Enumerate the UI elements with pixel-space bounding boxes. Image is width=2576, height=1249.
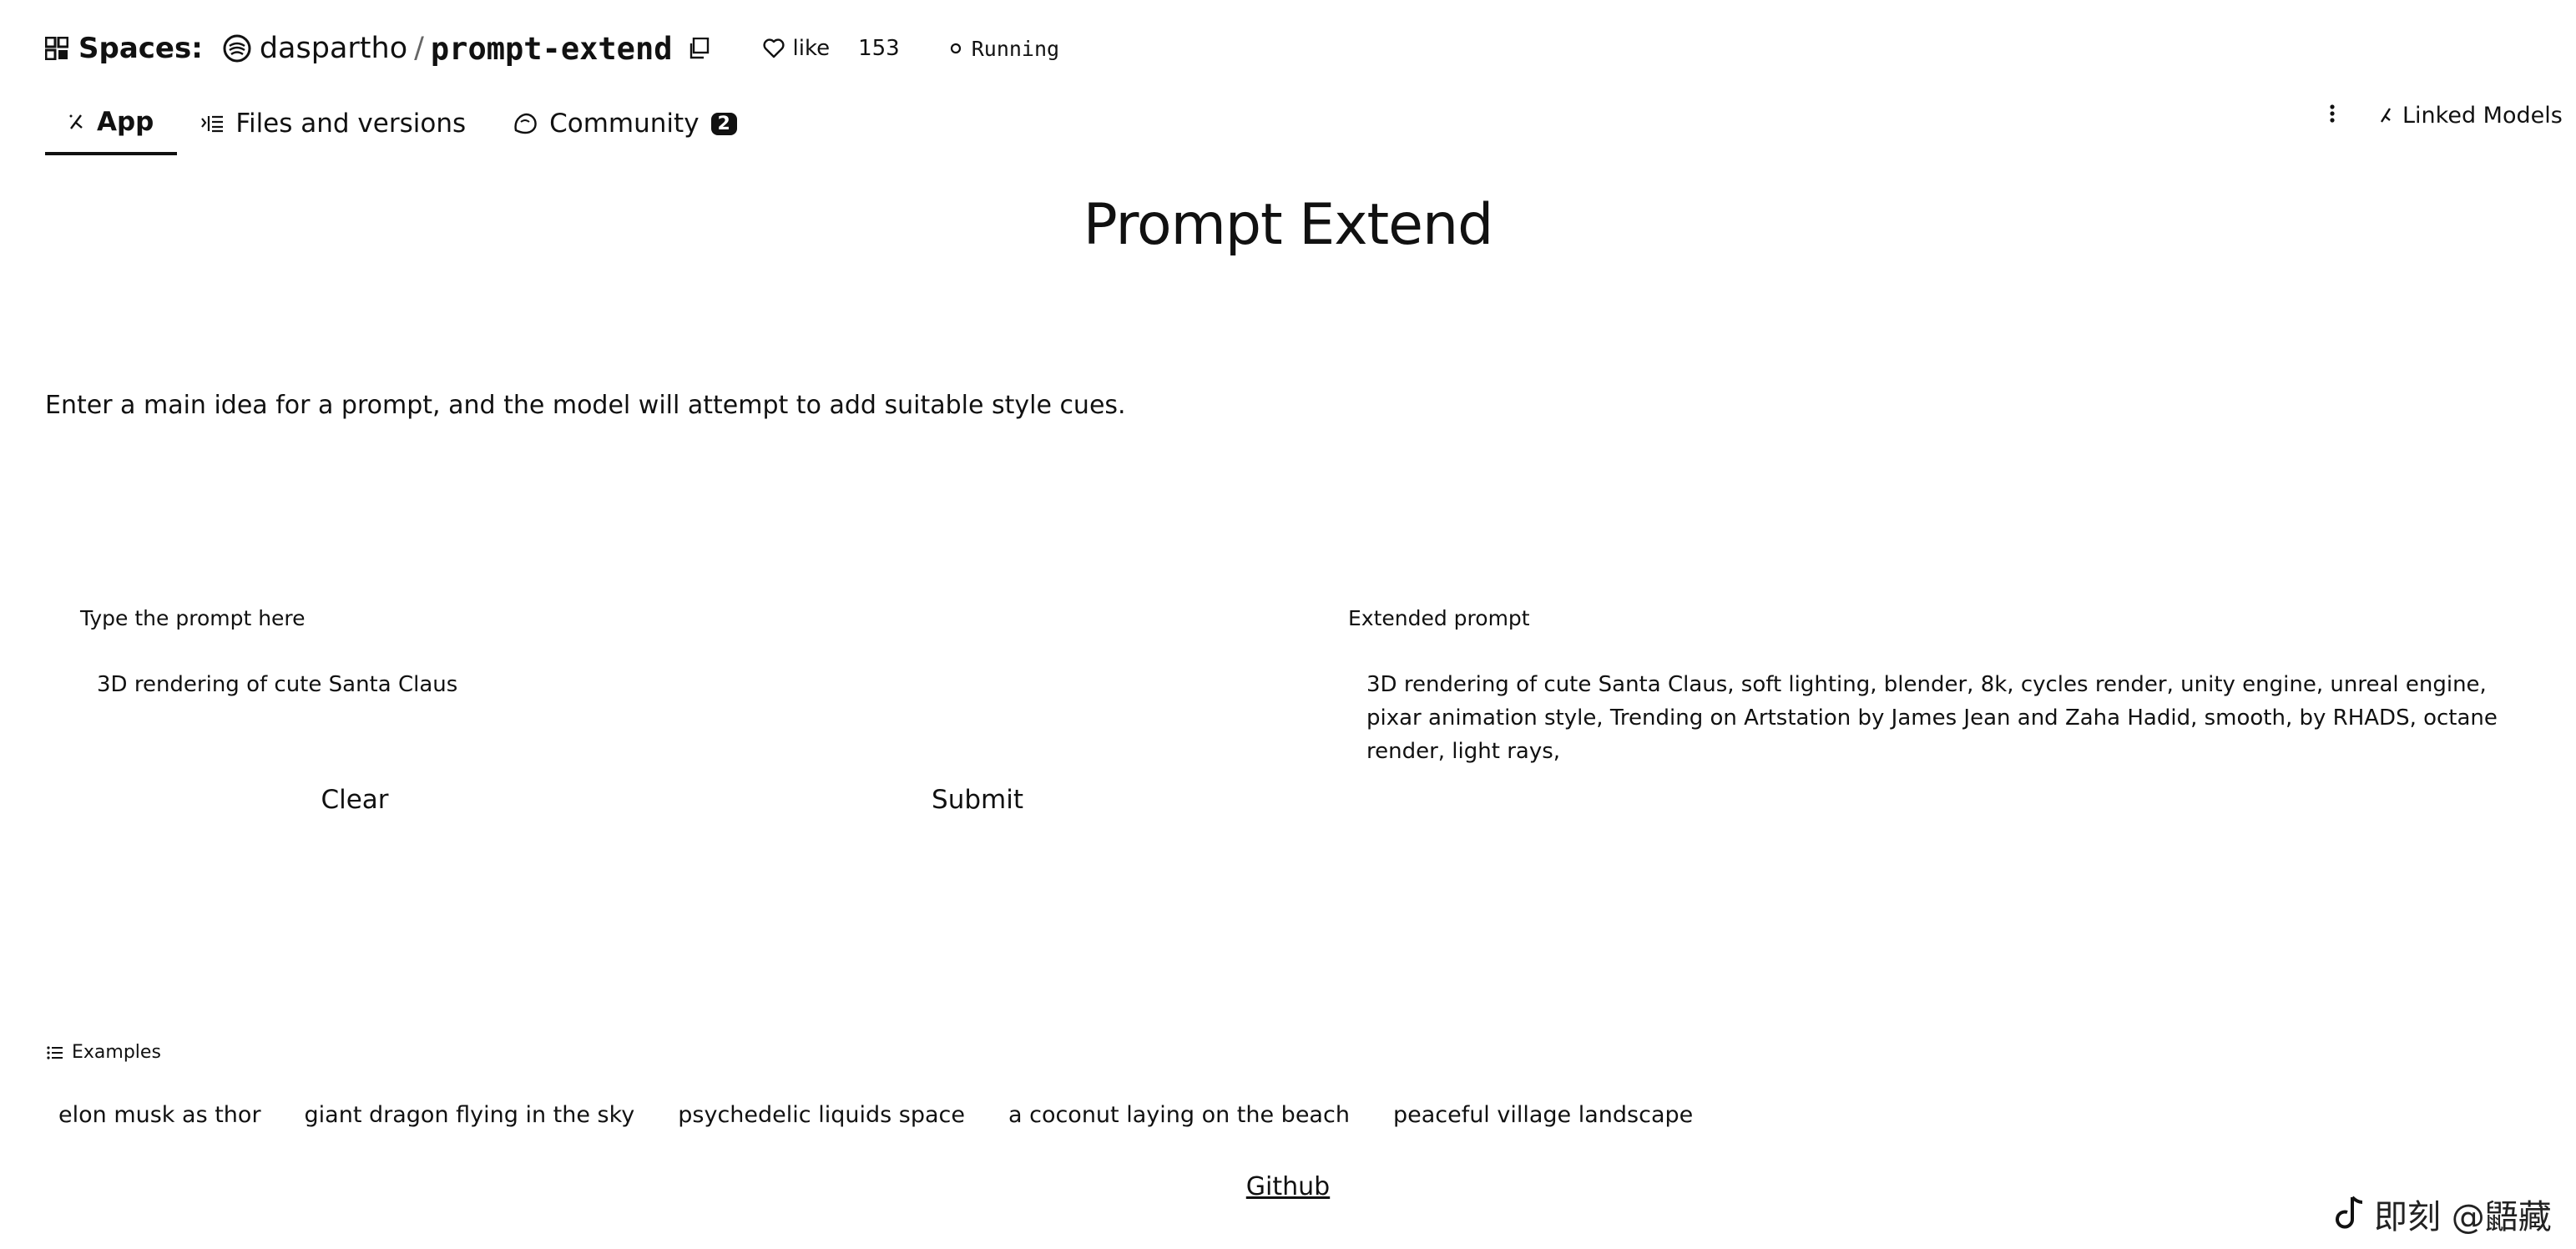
example-item[interactable]: a coconut laying on the beach [995, 1094, 1363, 1135]
list-icon [47, 1045, 63, 1060]
status-badge: Running [950, 37, 1059, 61]
tab-app[interactable]: App [45, 92, 178, 155]
owner-link[interactable]: daspartho [223, 32, 407, 65]
community-count-badge: 2 [710, 112, 737, 135]
like-label: like [792, 36, 831, 61]
community-icon [513, 112, 538, 135]
tab-app-label: App [97, 107, 154, 137]
owner-name: daspartho [259, 32, 408, 65]
owner-avatar-icon [223, 34, 251, 63]
tab-community-label: Community [549, 109, 700, 139]
example-item[interactable]: elon musk as thor [45, 1094, 275, 1135]
linked-models-label: Linked Models [2402, 102, 2563, 129]
examples-header: Examples [47, 1042, 161, 1063]
status-dot-icon [950, 43, 962, 54]
status-text: Running [971, 36, 1060, 61]
spaces-label: Spaces: [78, 32, 203, 65]
space-name[interactable]: prompt-extend [431, 31, 673, 67]
app-icon [68, 113, 85, 131]
space-header: Spaces: daspartho / prompt-extend like 1… [45, 28, 1059, 68]
heart-icon [762, 38, 785, 58]
submit-button[interactable]: Submit [932, 776, 1023, 823]
watermark-text: 即刻 @鼯藏 [2374, 1198, 2552, 1236]
examples-list: elon musk as thor giant dragon flying in… [45, 1094, 1723, 1135]
more-options-icon[interactable] [2320, 101, 2345, 126]
copy-icon[interactable] [688, 38, 710, 59]
example-item[interactable]: psychedelic liquids space [664, 1094, 978, 1135]
extended-prompt-output[interactable]: 3D rendering of cute Santa Claus, soft l… [1366, 668, 2535, 768]
extended-prompt-label: Extended prompt [1348, 606, 1530, 630]
tab-community[interactable]: Community 2 [489, 92, 760, 155]
music-note-icon [2329, 1194, 2366, 1234]
spaces-grid-icon [45, 37, 68, 60]
prompt-input[interactable]: 3D rendering of cute Santa Claus [97, 668, 457, 701]
tab-files-label: Files and versions [235, 109, 467, 139]
model-icon [2379, 106, 2392, 124]
spaces-link[interactable]: Spaces: [45, 32, 203, 65]
examples-heading: Examples [72, 1042, 161, 1063]
watermark: 即刻 @鼯藏 [2329, 1190, 2552, 1238]
space-tabs: App Files and versions Community 2 [45, 92, 760, 155]
clear-button[interactable]: Clear [317, 776, 392, 823]
example-item[interactable]: peaceful village landscape [1380, 1094, 1706, 1135]
path-separator: / [414, 32, 424, 65]
prompt-input-label: Type the prompt here [80, 606, 306, 630]
github-link[interactable]: Github [0, 1172, 2576, 1201]
example-item[interactable]: giant dragon flying in the sky [291, 1094, 649, 1135]
files-icon [200, 114, 224, 134]
linked-models-button[interactable]: Linked Models [2379, 99, 2563, 132]
like-button[interactable]: like [762, 36, 831, 61]
page-description: Enter a main idea for a prompt, and the … [45, 391, 1126, 420]
tab-files-and-versions[interactable]: Files and versions [177, 92, 489, 155]
page-title: Prompt Extend [1083, 192, 1494, 258]
like-count[interactable]: 153 [858, 36, 900, 61]
